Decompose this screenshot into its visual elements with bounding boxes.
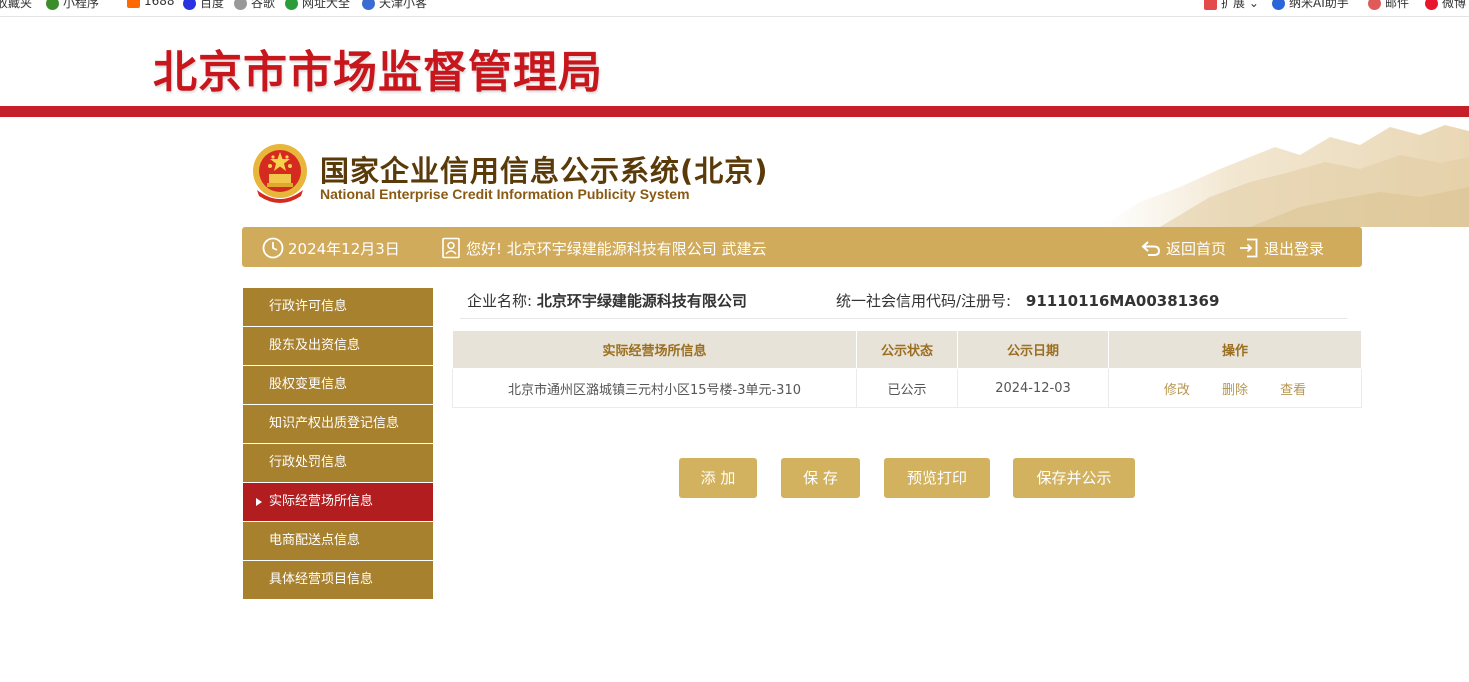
clock-icon <box>262 237 284 259</box>
bookmark-google[interactable]: 谷歌 <box>234 0 275 11</box>
logout-icon <box>1240 238 1258 258</box>
bookmark-label: 天津小客 <box>379 0 428 10</box>
col-header-status: 公示状态 <box>856 330 958 369</box>
mountain-decoration <box>1100 125 1469 227</box>
cell-status: 已公示 <box>856 368 958 408</box>
greeting-text: 您好! 北京环宇绿建能源科技有限公司 武建云 <box>466 240 767 258</box>
sidebar-item-business-projects[interactable]: 具体经营项目信息 <box>243 561 433 599</box>
view-link[interactable]: 查看 <box>1280 383 1306 398</box>
bookmark-label: 1688 <box>144 0 175 8</box>
col-header-address: 实际经营场所信息 <box>452 330 857 369</box>
baidu-icon <box>183 0 196 10</box>
table-header-row: 实际经营场所信息 公示状态 公示日期 操作 <box>452 330 1362 369</box>
mail-label: 邮件 <box>1385 0 1410 10</box>
sidebar-item-admin-license[interactable]: 行政许可信息 <box>243 288 433 326</box>
company-name-value: 北京环宇绿建能源科技有限公司 <box>536 292 747 310</box>
bookmark-sites[interactable]: 网址大全 <box>285 0 350 11</box>
sidebar-item-shareholders[interactable]: 股东及出资信息 <box>243 327 433 365</box>
cell-actions: 修改 删除 查看 <box>1108 368 1362 408</box>
user-badge-icon <box>442 237 460 259</box>
save-publish-button[interactable]: 保存并公示 <box>1013 458 1135 498</box>
add-button[interactable]: 添 加 <box>679 458 757 498</box>
bookmark-label: 网址大全 <box>302 0 351 10</box>
bookmark-label: 谷歌 <box>251 0 276 10</box>
bookmark-icon <box>362 0 375 10</box>
bookmark-bar: 收藏夹 小程序 1688 百度 谷歌 网址大全 天津小客 扩展 ⌄ 纳米AI助手… <box>0 0 1469 17</box>
system-title: 国家企业信用信息公示系统(北京) <box>320 154 769 188</box>
weibo-icon <box>1425 0 1438 10</box>
bookmark-label: 小程序 <box>63 0 100 10</box>
weibo-button[interactable]: 微博 <box>1425 0 1466 11</box>
date-display: 2024年12月3日 <box>262 237 400 259</box>
mail-icon <box>1368 0 1381 10</box>
company-name-row: 企业名称: 北京环宇绿建能源科技有限公司 <box>467 290 747 311</box>
col-header-actions: 操作 <box>1108 330 1362 369</box>
sites-icon <box>285 0 298 10</box>
content-divider <box>460 318 1347 319</box>
extensions-icon <box>1204 0 1217 10</box>
bookmark-label: 百度 <box>200 0 225 10</box>
sidebar-item-ip-pledge[interactable]: 知识产权出质登记信息 <box>243 405 433 443</box>
col-header-date: 公示日期 <box>957 330 1109 369</box>
sidebar-item-ecommerce-delivery[interactable]: 电商配送点信息 <box>243 522 433 560</box>
national-emblem-icon <box>253 144 307 203</box>
cell-date: 2024-12-03 <box>957 368 1109 408</box>
info-bar: 2024年12月3日 您好! 北京环宇绿建能源科技有限公司 武建云 返回首页 退… <box>242 227 1362 267</box>
return-home-label: 返回首页 <box>1166 240 1227 258</box>
miniprogram-icon <box>46 0 59 10</box>
bookmark-tianjin[interactable]: 天津小客 <box>362 0 427 11</box>
cell-address: 北京市通州区潞城镇三元村小区15号楼-3单元-310 <box>452 368 857 408</box>
banner-title: 北京市市场监督管理局 <box>153 47 603 98</box>
table-row: 北京市通州区潞城镇三元村小区15号楼-3单元-310 已公示 2024-12-0… <box>452 368 1362 408</box>
return-home-link[interactable]: 返回首页 <box>1140 237 1226 259</box>
return-icon <box>1141 241 1161 256</box>
credit-code-row: 统一社会信用代码/注册号: 91110116MA00381369 <box>836 290 1219 311</box>
ai-assistant[interactable]: 纳米AI助手 <box>1272 0 1349 11</box>
credit-code-value: 91110116MA00381369 <box>1025 292 1220 310</box>
1688-icon <box>127 0 140 8</box>
globe-icon <box>234 0 247 10</box>
bookmark-1688[interactable]: 1688 <box>127 0 175 8</box>
credit-code-label: 统一社会信用代码/注册号: <box>836 292 1012 310</box>
ai-label: 纳米AI助手 <box>1289 0 1349 10</box>
bookmark-favorites[interactable]: 收藏夹 <box>0 0 32 11</box>
user-greeting: 您好! 北京环宇绿建能源科技有限公司 武建云 <box>440 237 767 259</box>
mail-button[interactable]: 邮件 <box>1368 0 1409 11</box>
preview-print-button[interactable]: 预览打印 <box>884 458 990 498</box>
edit-link[interactable]: 修改 <box>1164 383 1190 398</box>
delete-link[interactable]: 删除 <box>1222 383 1248 398</box>
date-text: 2024年12月3日 <box>288 240 400 258</box>
logout-label: 退出登录 <box>1264 240 1325 258</box>
system-subtitle: National Enterprise Credit Information P… <box>320 186 690 202</box>
business-location-table: 实际经营场所信息 公示状态 公示日期 操作 北京市通州区潞城镇三元村小区15号楼… <box>452 330 1362 408</box>
ai-icon <box>1272 0 1285 10</box>
sidebar-item-equity-change[interactable]: 股权变更信息 <box>243 366 433 404</box>
extensions-label: 扩展 <box>1221 0 1246 10</box>
extensions-menu[interactable]: 扩展 ⌄ <box>1204 0 1259 11</box>
bookmark-baidu[interactable]: 百度 <box>183 0 224 11</box>
company-name-label: 企业名称: <box>467 292 533 310</box>
save-button[interactable]: 保 存 <box>781 458 860 498</box>
bookmark-miniprogram[interactable]: 小程序 <box>46 0 99 11</box>
logout-link[interactable]: 退出登录 <box>1238 237 1324 259</box>
sidebar-item-admin-penalty[interactable]: 行政处罚信息 <box>243 444 433 482</box>
banner-divider <box>0 106 1469 117</box>
sidebar-menu: 行政许可信息 股东及出资信息 股权变更信息 知识产权出质登记信息 行政处罚信息 … <box>243 288 433 600</box>
weibo-label: 微博 <box>1442 0 1467 10</box>
sidebar-item-business-location[interactable]: 实际经营场所信息 <box>243 483 433 521</box>
